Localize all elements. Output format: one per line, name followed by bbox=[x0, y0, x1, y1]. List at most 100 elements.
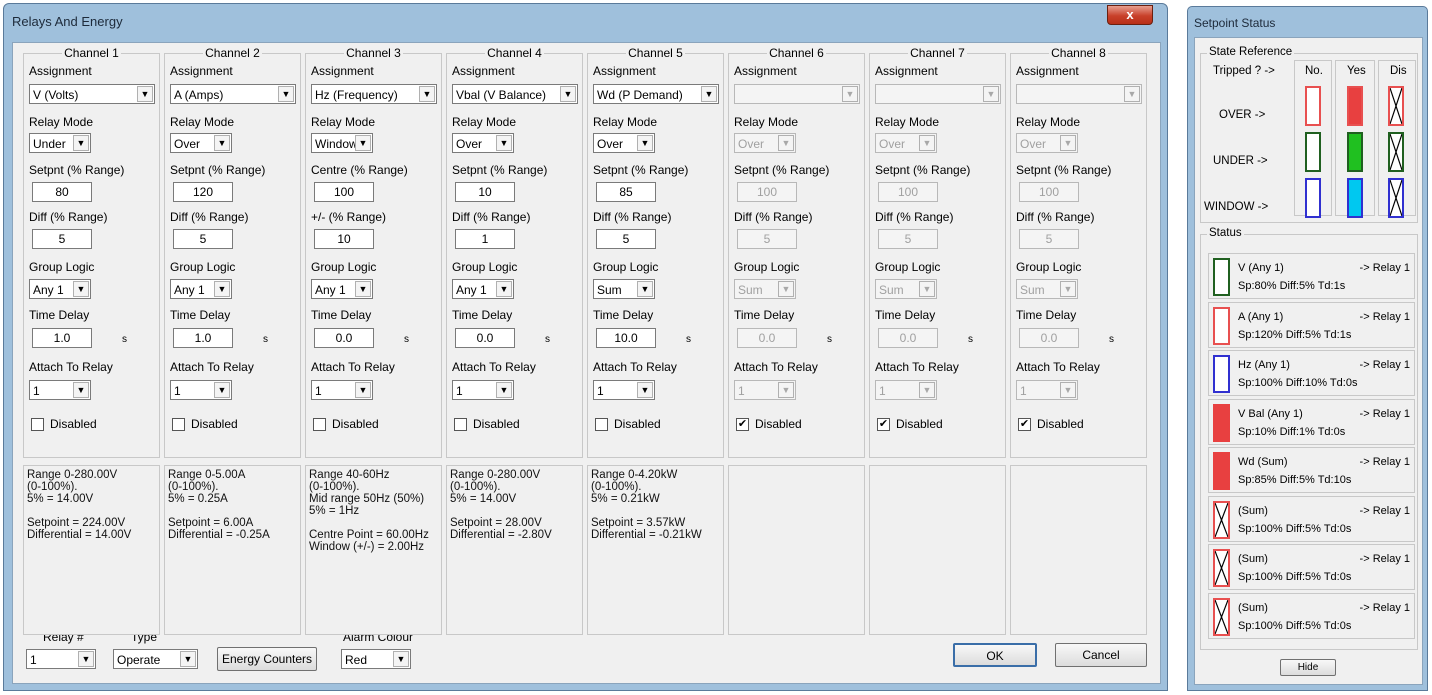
ok-button[interactable]: OK bbox=[953, 643, 1037, 667]
assignment-select[interactable]: A (Amps) ▼ bbox=[170, 84, 296, 104]
chevron-down-icon: ▼ bbox=[393, 651, 409, 667]
relay-mode-select[interactable]: Over ▼ bbox=[734, 133, 796, 153]
channel-3-info-panel: Range 40-60Hz (0-100%). Mid range 50Hz (… bbox=[305, 465, 442, 635]
cancel-button[interactable]: Cancel bbox=[1055, 643, 1147, 667]
setpoint-input[interactable]: 85 bbox=[596, 182, 656, 202]
time-delay-input[interactable]: 0.0 bbox=[1019, 328, 1079, 348]
attach-relay-select[interactable]: 1 ▼ bbox=[1016, 380, 1078, 400]
setpoint-input[interactable]: 80 bbox=[32, 182, 92, 202]
status-relay: -> Relay 1 bbox=[1359, 407, 1410, 420]
attach-relay-select[interactable]: 1 ▼ bbox=[875, 380, 937, 400]
diff-input[interactable]: 1 bbox=[455, 229, 515, 249]
diff-input[interactable]: 5 bbox=[32, 229, 92, 249]
setpoint-input[interactable]: 100 bbox=[737, 182, 797, 202]
disabled-checkbox[interactable]: ✔ bbox=[1018, 418, 1031, 431]
status-indicator bbox=[1213, 403, 1230, 442]
assignment-select[interactable]: Vbal (V Balance) ▼ bbox=[452, 84, 578, 104]
time-delay-label: Time Delay bbox=[29, 308, 90, 322]
group-logic-select[interactable]: Sum ▼ bbox=[875, 279, 937, 299]
channel-title: Channel 2 bbox=[203, 46, 262, 60]
attach-relay-select[interactable]: 1 ▼ bbox=[734, 380, 796, 400]
attach-relay-select[interactable]: 1 ▼ bbox=[311, 380, 373, 400]
channel-5-group: Channel 5 Assignment Wd (P Demand) ▼ Rel… bbox=[587, 46, 724, 458]
diff-input[interactable]: 5 bbox=[1019, 229, 1079, 249]
diff-label: Diff (% Range) bbox=[1016, 210, 1095, 224]
channel-title: Channel 4 bbox=[485, 46, 544, 60]
channel-8-info-panel bbox=[1010, 465, 1147, 635]
attach-relay-select[interactable]: 1 ▼ bbox=[452, 380, 514, 400]
setpoint-input[interactable]: 120 bbox=[173, 182, 233, 202]
setpoint-label: Setpnt (% Range) bbox=[170, 163, 266, 177]
time-delay-input[interactable]: 0.0 bbox=[314, 328, 374, 348]
chevron-down-icon: ▼ bbox=[1060, 382, 1076, 398]
group-logic-select[interactable]: Sum ▼ bbox=[734, 279, 796, 299]
setpoint-input[interactable]: 100 bbox=[878, 182, 938, 202]
chevron-down-icon: ▼ bbox=[778, 135, 794, 151]
relay-mode-select[interactable]: Over ▼ bbox=[593, 133, 655, 153]
relay-mode-select[interactable]: Over ▼ bbox=[170, 133, 232, 153]
relay-mode-label: Relay Mode bbox=[1016, 115, 1081, 129]
time-delay-input[interactable]: 0.0 bbox=[878, 328, 938, 348]
group-logic-select[interactable]: Any 1 ▼ bbox=[29, 279, 91, 299]
setpoint-input[interactable]: 100 bbox=[314, 182, 374, 202]
type-select[interactable]: Operate ▼ bbox=[113, 649, 198, 669]
relay-mode-select[interactable]: Over ▼ bbox=[452, 133, 514, 153]
setpoint-input[interactable]: 10 bbox=[455, 182, 515, 202]
group-logic-select[interactable]: Sum ▼ bbox=[1016, 279, 1078, 299]
status-item: Wd (Sum) -> Relay 1 Sp:85% Diff:5% Td:10… bbox=[1208, 447, 1415, 493]
assignment-select[interactable]: ▼ bbox=[875, 84, 1001, 104]
time-delay-input[interactable]: 1.0 bbox=[32, 328, 92, 348]
relay-number-select[interactable]: 1 ▼ bbox=[26, 649, 96, 669]
diff-input[interactable]: 5 bbox=[878, 229, 938, 249]
relay-mode-select[interactable]: Over ▼ bbox=[1016, 133, 1078, 153]
disabled-checkbox[interactable] bbox=[595, 418, 608, 431]
diff-input[interactable]: 5 bbox=[737, 229, 797, 249]
chevron-down-icon: ▼ bbox=[180, 651, 196, 667]
energy-counters-button[interactable]: Energy Counters bbox=[217, 647, 317, 671]
group-logic-select[interactable]: Any 1 ▼ bbox=[170, 279, 232, 299]
group-logic-select[interactable]: Any 1 ▼ bbox=[311, 279, 373, 299]
assignment-select[interactable]: V (Volts) ▼ bbox=[29, 84, 155, 104]
group-logic-label: Group Logic bbox=[593, 260, 659, 274]
disabled-checkbox[interactable] bbox=[31, 418, 44, 431]
setpoint-input[interactable]: 100 bbox=[1019, 182, 1079, 202]
time-delay-input[interactable]: 0.0 bbox=[737, 328, 797, 348]
diff-input[interactable]: 10 bbox=[314, 229, 374, 249]
chevron-down-icon: ▼ bbox=[496, 281, 512, 297]
chevron-down-icon: ▼ bbox=[73, 382, 89, 398]
attach-relay-select[interactable]: 1 ▼ bbox=[593, 380, 655, 400]
time-delay-input[interactable]: 0.0 bbox=[455, 328, 515, 348]
alarm-colour-select[interactable]: Red ▼ bbox=[341, 649, 411, 669]
status-params: Sp:100% Diff:5% Td:0s bbox=[1238, 522, 1352, 535]
setpoint-label: Setpnt (% Range) bbox=[875, 163, 971, 177]
disabled-checkbox[interactable] bbox=[172, 418, 185, 431]
close-button[interactable]: x bbox=[1107, 5, 1153, 25]
diff-input[interactable]: 5 bbox=[596, 229, 656, 249]
group-logic-select[interactable]: Sum ▼ bbox=[593, 279, 655, 299]
over-yes-indicator bbox=[1347, 86, 1363, 126]
disabled-checkbox[interactable] bbox=[313, 418, 326, 431]
chevron-down-icon: ▼ bbox=[919, 135, 935, 151]
disabled-checkbox[interactable]: ✔ bbox=[736, 418, 749, 431]
disabled-checkbox[interactable]: ✔ bbox=[877, 418, 890, 431]
disabled-checkbox[interactable] bbox=[454, 418, 467, 431]
hide-button[interactable]: Hide bbox=[1280, 659, 1336, 676]
channel-1-info-panel: Range 0-280.00V (0-100%). 5% = 14.00V Se… bbox=[23, 465, 160, 635]
assignment-select[interactable]: Wd (P Demand) ▼ bbox=[593, 84, 719, 104]
attach-relay-select[interactable]: 1 ▼ bbox=[170, 380, 232, 400]
relay-mode-select[interactable]: Window ▼ bbox=[311, 133, 373, 153]
assignment-select[interactable]: ▼ bbox=[1016, 84, 1142, 104]
assignment-select[interactable]: ▼ bbox=[734, 84, 860, 104]
disabled-label: Disabled bbox=[332, 417, 379, 431]
relay-mode-select[interactable]: Under ▼ bbox=[29, 133, 91, 153]
relay-mode-select[interactable]: Over ▼ bbox=[875, 133, 937, 153]
time-delay-input[interactable]: 1.0 bbox=[173, 328, 233, 348]
channel-info-text: Range 0-4.20kW (0-100%). 5% = 0.21kW Set… bbox=[591, 469, 702, 541]
assignment-select[interactable]: Hz (Frequency) ▼ bbox=[311, 84, 437, 104]
disabled-label: Disabled bbox=[896, 417, 943, 431]
attach-relay-select[interactable]: 1 ▼ bbox=[29, 380, 91, 400]
time-delay-input[interactable]: 10.0 bbox=[596, 328, 656, 348]
status-source: (Sum) bbox=[1238, 504, 1268, 517]
group-logic-select[interactable]: Any 1 ▼ bbox=[452, 279, 514, 299]
diff-input[interactable]: 5 bbox=[173, 229, 233, 249]
